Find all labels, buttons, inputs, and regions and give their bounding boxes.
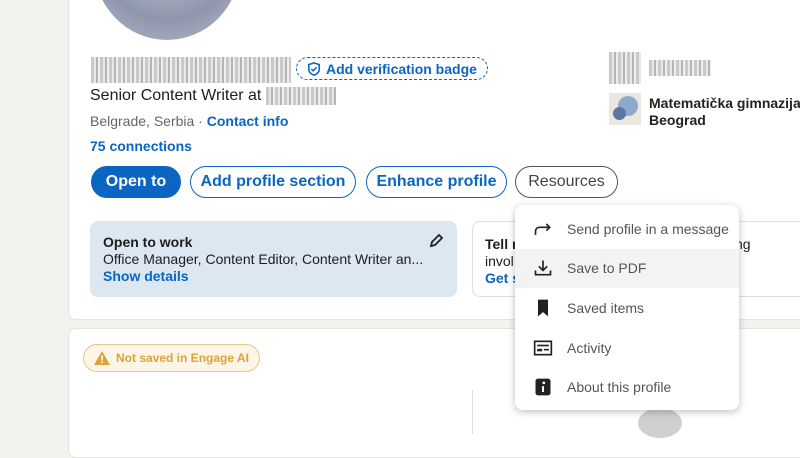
menu-item-about-profile[interactable]: About this profile: [515, 367, 739, 407]
open-to-work-title: Open to work: [103, 234, 193, 250]
menu-item-saved-items[interactable]: Saved items: [515, 288, 739, 328]
menu-item-label: Save to PDF: [567, 260, 647, 277]
engage-ai-status-badge[interactable]: Not saved in Engage AI: [83, 344, 260, 372]
bookmark-icon: [538, 299, 548, 317]
menu-item-activity[interactable]: Activity: [515, 328, 739, 368]
add-profile-section-button[interactable]: Add profile section: [190, 166, 356, 198]
contact-info-link[interactable]: Contact info: [207, 113, 289, 129]
menu-item-send-profile[interactable]: Send profile in a message: [515, 209, 739, 249]
activity-icon: [533, 340, 553, 356]
connections-link[interactable]: 75 connections: [90, 138, 192, 154]
share-arrow-icon: [534, 223, 551, 235]
engage-status-label: Not saved in Engage AI: [116, 351, 249, 365]
company-logo[interactable]: [609, 52, 641, 84]
resources-dropdown-menu: Send profile in a message Save to PDF Sa…: [515, 205, 739, 410]
location: Belgrade, Serbia ·: [90, 113, 203, 129]
shield-check-icon: [307, 61, 321, 76]
open-to-work-card[interactable]: Open to work Office Manager, Content Edi…: [90, 221, 457, 297]
add-verification-badge-button[interactable]: Add verification badge: [296, 57, 488, 80]
download-icon: [534, 260, 552, 276]
info-icon: [535, 378, 551, 396]
divider: [472, 390, 473, 434]
pencil-icon[interactable]: [428, 233, 444, 249]
warning-icon: [94, 351, 110, 365]
blurred-company: [266, 87, 336, 105]
school-logo[interactable]: [609, 93, 641, 125]
blurred-company-name: [649, 60, 711, 76]
open-to-work-roles: Office Manager, Content Editor, Content …: [103, 251, 424, 267]
menu-item-label: Saved items: [567, 299, 645, 316]
menu-item-save-to-pdf[interactable]: Save to PDF: [515, 248, 739, 289]
menu-item-label: About this profile: [567, 379, 672, 396]
resources-button[interactable]: Resources: [515, 166, 618, 198]
open-to-button[interactable]: Open to: [91, 166, 181, 198]
menu-item-label: Activity: [567, 339, 612, 356]
school-name[interactable]: Matematička gimnazija Beograd: [649, 95, 800, 129]
show-details-link[interactable]: Show details: [103, 268, 444, 285]
verification-label: Add verification badge: [326, 60, 477, 77]
menu-item-label: Send profile in a message: [567, 220, 729, 237]
headline: Senior Content Writer at: [90, 87, 262, 104]
blurred-name: [91, 57, 291, 83]
enhance-profile-button[interactable]: Enhance profile: [366, 166, 507, 198]
